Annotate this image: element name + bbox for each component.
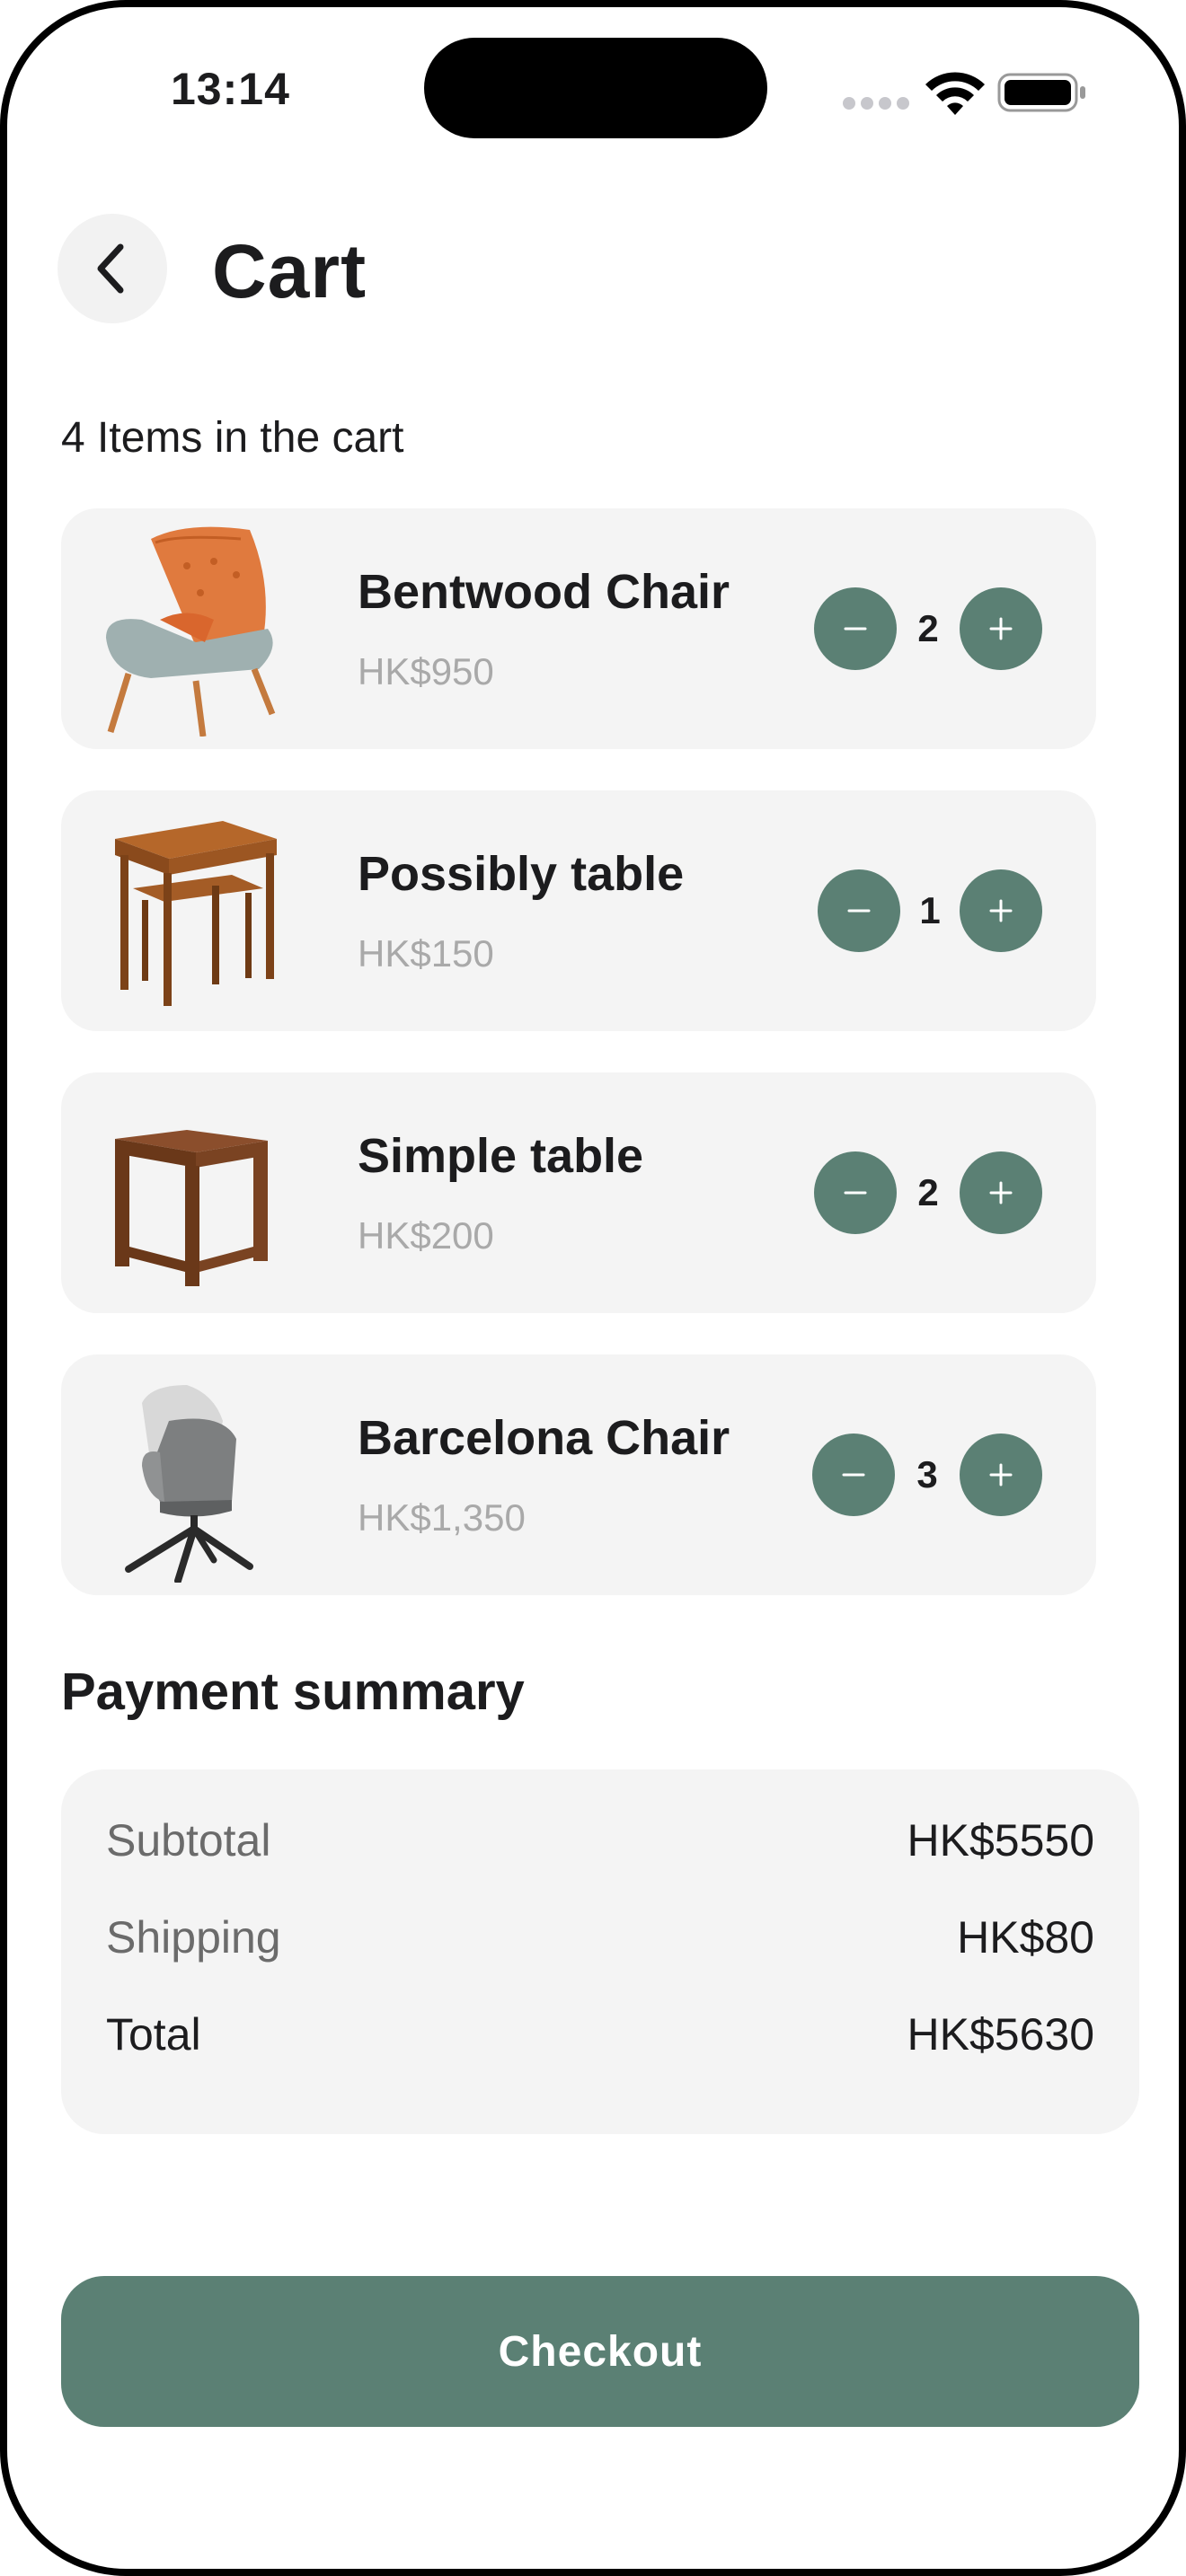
minus-icon (844, 627, 867, 631)
status-time: 13:14 (171, 64, 290, 114)
plus-icon (989, 1463, 1013, 1486)
quantity-stepper: 3 (812, 1434, 1042, 1516)
page-title: Cart (212, 229, 367, 313)
armchair-image (106, 526, 276, 737)
minus-icon (844, 1191, 867, 1195)
checkout-label: Checkout (498, 2327, 703, 2376)
quantity-value: 2 (917, 607, 939, 649)
battery-icon (997, 73, 1085, 112)
item-name: Bentwood Chair (358, 565, 730, 619)
summary-row-subtotal: Subtotal HK$5550 (106, 1814, 1094, 1877)
nesting-table-image (115, 821, 277, 1006)
quantity-stepper: 2 (814, 587, 1042, 670)
status-bar: 13:14 (7, 7, 1179, 169)
plus-icon (989, 1181, 1013, 1204)
increase-quantity-button[interactable] (960, 1151, 1042, 1234)
decrease-quantity-button[interactable] (814, 1151, 897, 1234)
increase-quantity-button[interactable] (960, 869, 1042, 952)
quantity-value: 2 (917, 1171, 939, 1213)
item-price: HK$1,350 (358, 1496, 526, 1539)
cart-item[interactable]: Simple table HK$200 2 (61, 1072, 1096, 1313)
increase-quantity-button[interactable] (960, 587, 1042, 670)
checkout-button[interactable]: Checkout (61, 2276, 1139, 2427)
summary-value: HK$5550 (907, 1815, 1095, 1866)
cart-item[interactable]: Possibly table HK$150 1 (61, 790, 1096, 1031)
phone-screen: 13:14 Cart 4 Items in the cart Bentwood … (0, 0, 1186, 2576)
quantity-stepper: 2 (814, 1151, 1042, 1234)
increase-quantity-button[interactable] (960, 1434, 1042, 1516)
decrease-quantity-button[interactable] (818, 869, 900, 952)
summary-label: Subtotal (106, 1815, 271, 1866)
decrease-quantity-button[interactable] (812, 1434, 895, 1516)
summary-label: Shipping (106, 1912, 281, 1963)
cart-item[interactable]: Bentwood Chair HK$950 2 (61, 508, 1096, 749)
decrease-quantity-button[interactable] (814, 587, 897, 670)
summary-value: HK$5630 (907, 2009, 1095, 2060)
payment-summary-card: Subtotal HK$5550 Shipping HK$80 Total HK… (61, 1769, 1139, 2134)
swivel-chair-image (125, 1385, 253, 1583)
chevron-left-icon (97, 243, 124, 294)
summary-label: Total (106, 2009, 201, 2060)
minus-icon (842, 1473, 865, 1477)
back-button[interactable] (58, 214, 167, 323)
quantity-value: 3 (916, 1453, 938, 1495)
side-table-image (115, 1130, 268, 1286)
cart-count-label: 4 Items in the cart (61, 414, 404, 462)
summary-row-shipping: Shipping HK$80 (106, 1911, 1094, 1974)
cart-item[interactable]: Barcelona Chair HK$1,350 3 (61, 1354, 1096, 1595)
cellular-signal-icon (843, 97, 911, 110)
quantity-value: 1 (919, 889, 941, 931)
item-name: Possibly table (358, 847, 685, 901)
item-price: HK$150 (358, 932, 494, 975)
item-price: HK$200 (358, 1214, 494, 1257)
plus-icon (989, 899, 1013, 922)
summary-row-total: Total HK$5630 (106, 2008, 1094, 2071)
quantity-stepper: 1 (818, 869, 1042, 952)
item-name: Simple table (358, 1129, 644, 1183)
plus-icon (989, 617, 1013, 640)
minus-icon (847, 909, 871, 913)
dynamic-island (424, 38, 767, 138)
payment-summary-title: Payment summary (61, 1663, 525, 1721)
wifi-icon (925, 72, 985, 115)
item-name: Barcelona Chair (358, 1411, 730, 1465)
summary-value: HK$80 (957, 1912, 1094, 1963)
item-price: HK$950 (358, 650, 494, 693)
